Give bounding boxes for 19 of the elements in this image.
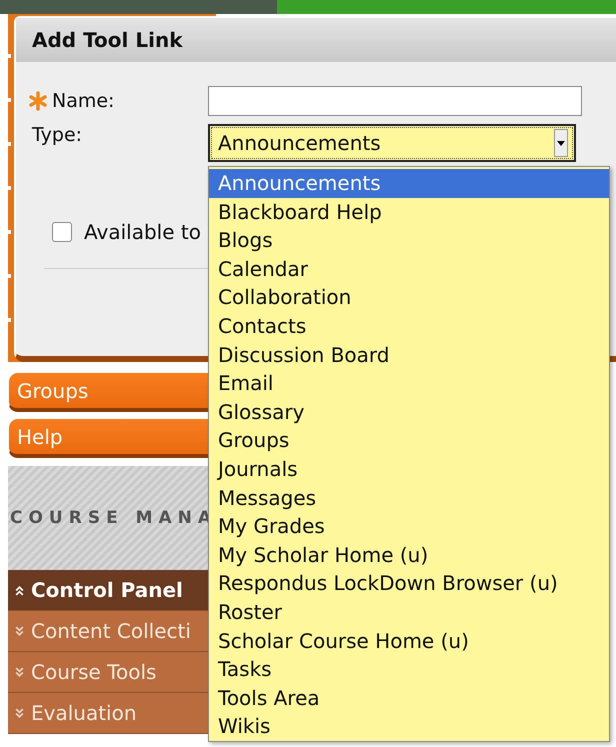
chevron-down-icon (14, 666, 25, 678)
checkbox-label: Available to (84, 220, 201, 244)
dropdown-option[interactable]: Contacts (209, 312, 609, 341)
dropdown-option[interactable]: Blogs (209, 226, 609, 255)
dropdown-option[interactable]: Calendar (209, 254, 609, 284)
name-input-field[interactable] (208, 86, 582, 116)
dropdown-option[interactable]: Blackboard Help (209, 198, 609, 226)
dropdown-option[interactable]: Collaboration (209, 283, 609, 312)
dropdown-option[interactable]: My Scholar Home (u) (209, 540, 609, 570)
type-select[interactable]: Announcements (208, 124, 576, 162)
field-label: Name: (52, 90, 114, 112)
field-label: Type: (32, 124, 82, 146)
dropdown-option[interactable]: Announcements (209, 169, 609, 198)
chevron-down-icon (14, 626, 25, 636)
dropdown-option[interactable]: Discussion Board (209, 340, 609, 370)
dialog-title: Add Tool Link (16, 18, 616, 62)
chevron-up-icon (14, 584, 25, 596)
chevron-down-icon (14, 708, 25, 718)
checkbox[interactable] (52, 222, 72, 242)
